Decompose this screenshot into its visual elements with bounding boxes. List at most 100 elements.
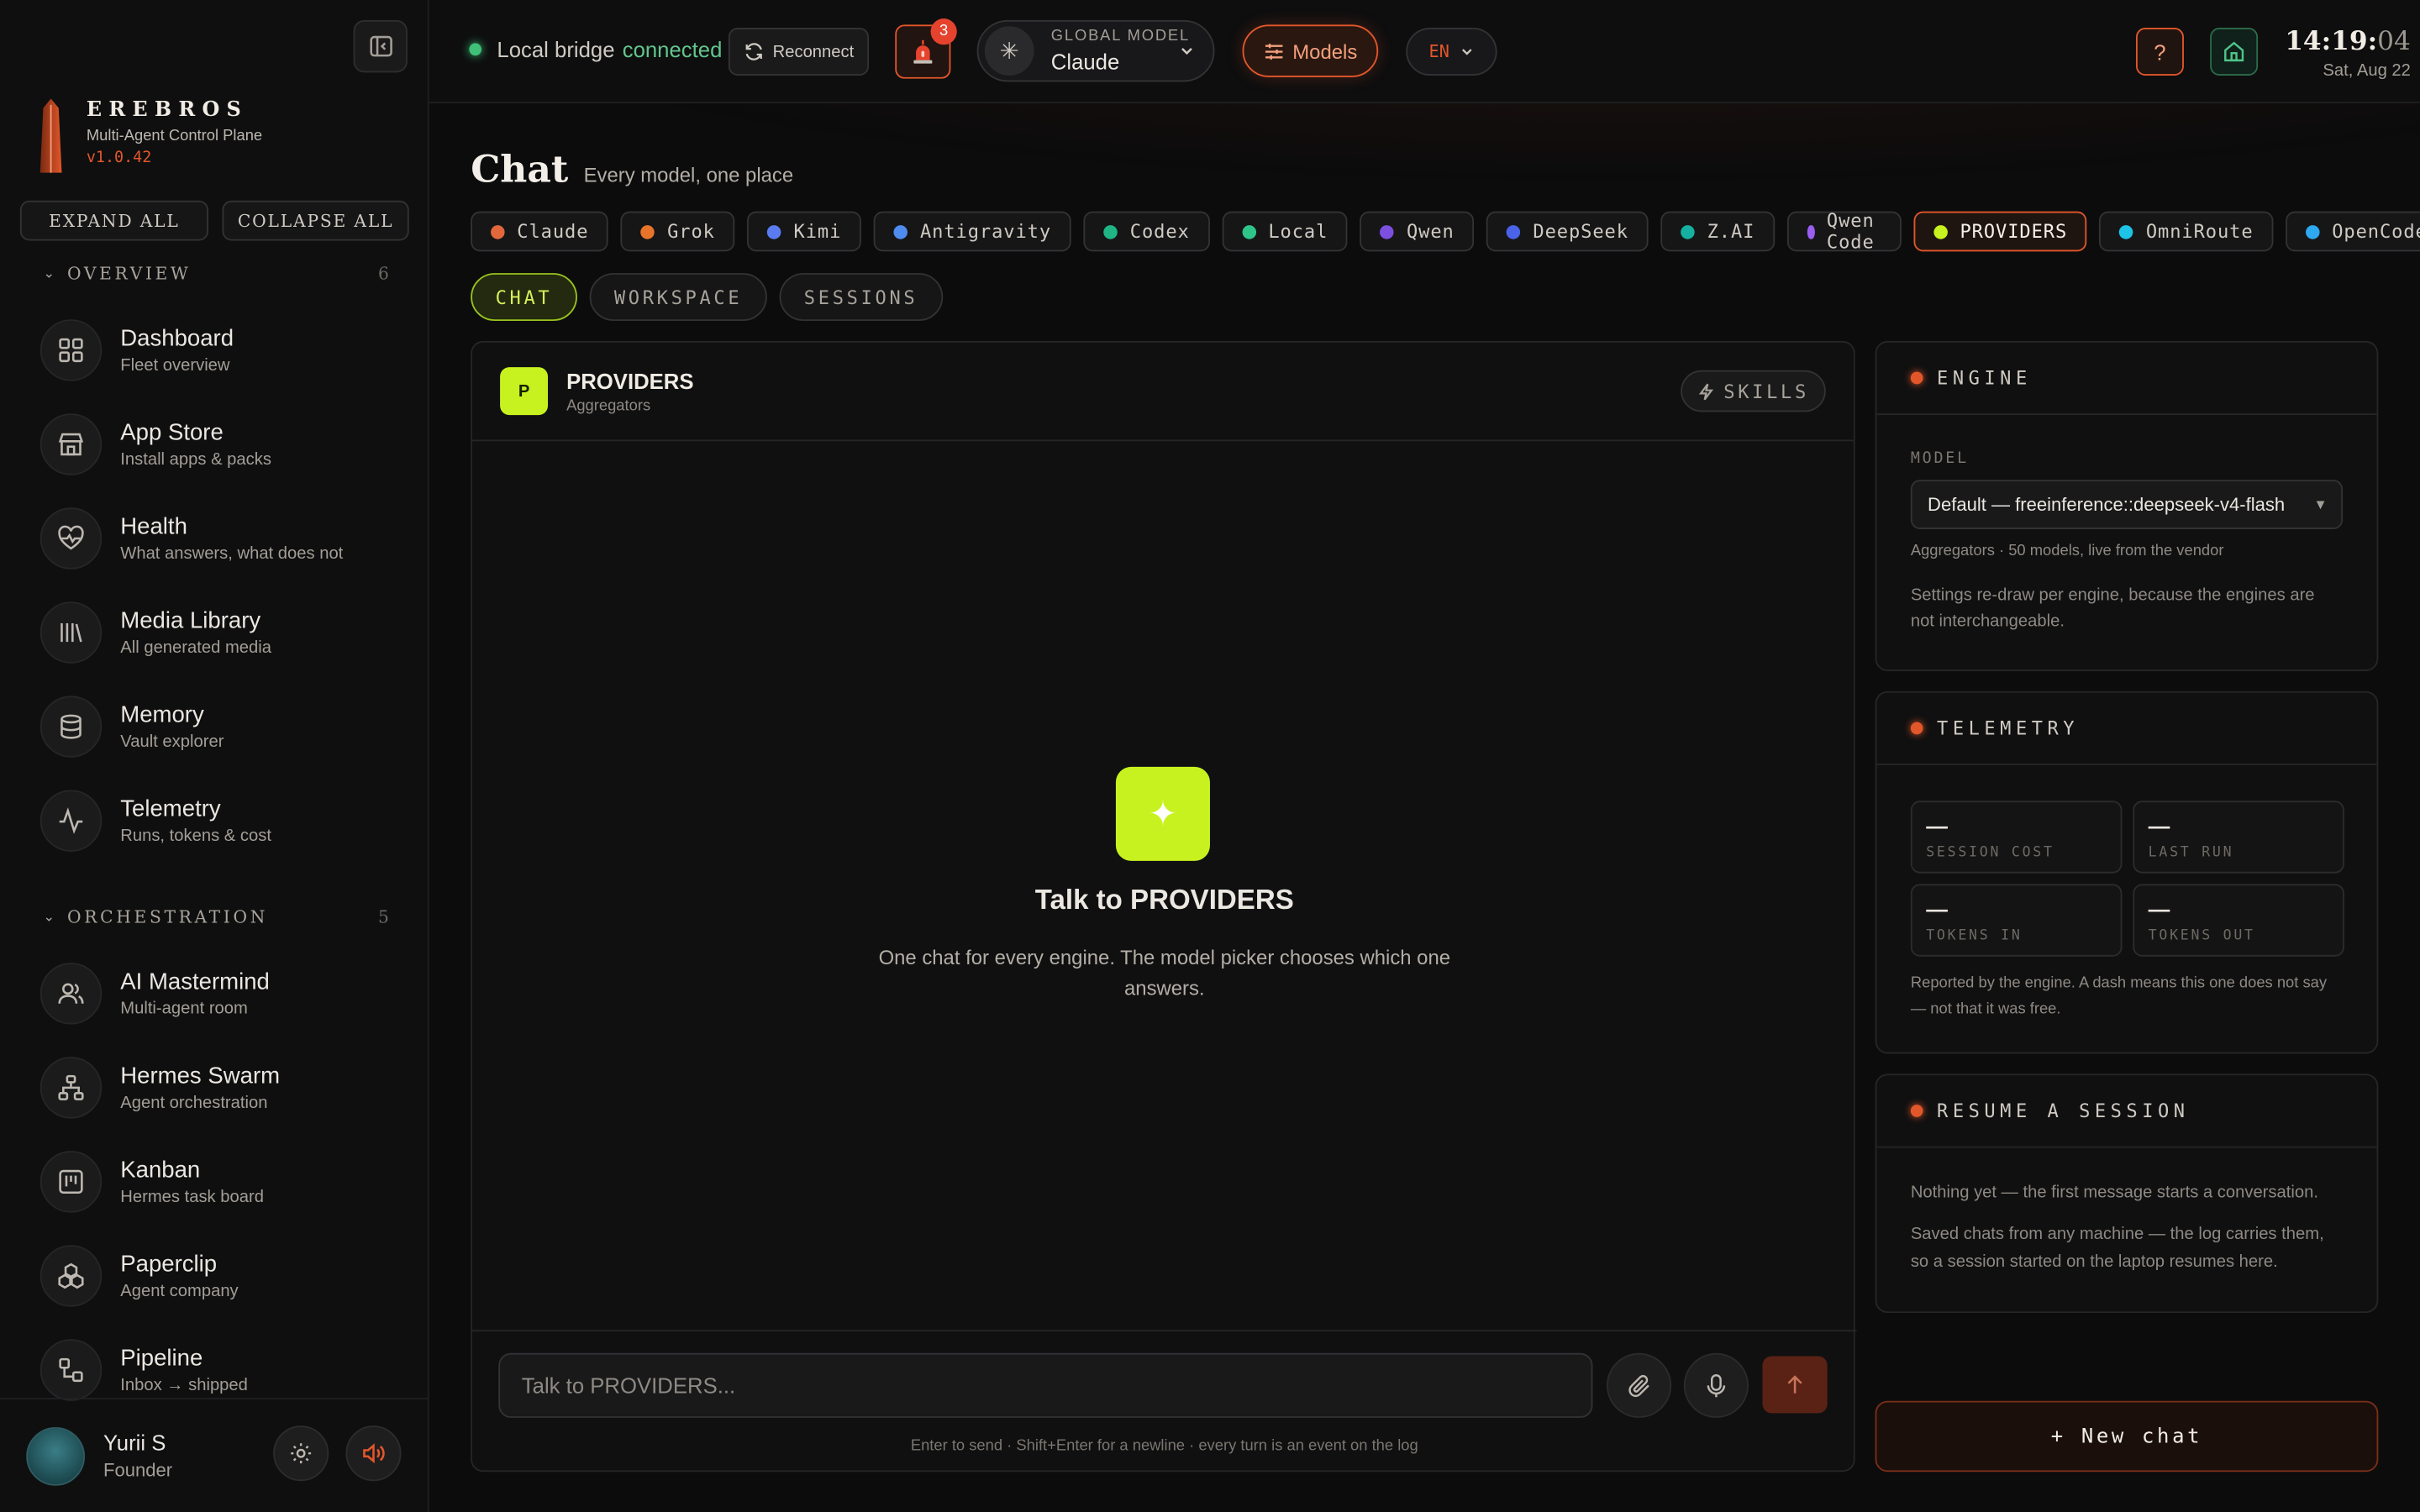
page-header: Chat Every model, one place (471, 146, 793, 191)
sound-button[interactable] (345, 1425, 402, 1482)
empty-title: Talk to PROVIDERS (1034, 884, 1294, 916)
arrow-up-icon (1787, 1375, 1802, 1394)
reconnect-button[interactable]: Reconnect (728, 28, 870, 76)
siren-icon (913, 39, 933, 63)
nav-subtitle: Hermes task board (120, 1188, 264, 1207)
nav-title: Telemetry (120, 795, 221, 822)
home-button[interactable] (2210, 28, 2259, 76)
sidebar-toggle-button[interactable] (353, 19, 408, 73)
settings-button[interactable] (273, 1425, 329, 1482)
engine-tab-providers[interactable]: PROVIDERS (1913, 211, 2088, 252)
workflow-icon (39, 1339, 103, 1401)
chat-subtitle: Aggregators (566, 396, 651, 415)
engine-tab-opencode[interactable]: OpenCode (2286, 211, 2420, 252)
new-chat-button[interactable]: + New chat (1875, 1400, 2379, 1473)
models-button[interactable]: Models (1242, 24, 1379, 77)
refresh-icon (745, 43, 762, 60)
tokens-out-stat: — TOKENS OUT (2133, 884, 2344, 957)
sidebar-item-paperclip[interactable]: Paperclip Agent company (39, 1237, 411, 1315)
voice-button[interactable] (1683, 1352, 1749, 1418)
help-button[interactable]: ? (2135, 28, 2184, 76)
nav-subtitle: What answers, what does not (120, 544, 344, 564)
sidebar-item-media-library[interactable]: Media Library All generated media (39, 594, 411, 671)
engine-tab-omniroute[interactable]: OmniRoute (2099, 211, 2274, 252)
sidebar-item-app-store[interactable]: App Store Install apps & packs (39, 406, 411, 483)
sidebar-item-telemetry[interactable]: Telemetry Runs, tokens & cost (39, 782, 411, 859)
stat-value: — (1926, 896, 1948, 921)
nav-title: Health (120, 513, 187, 540)
clock-date: Sat, Aug 22 (2323, 61, 2411, 81)
send-button[interactable] (1762, 1356, 1828, 1414)
engine-model-select[interactable]: Default — freeinference::deepseek-v4-fla… (1910, 480, 2344, 529)
engine-tab-deepseek[interactable]: DeepSeek (1486, 211, 1649, 252)
engine-tab-codex[interactable]: Codex (1083, 211, 1210, 252)
resume-line-2: Saved chats from any machine — the log c… (1910, 1225, 2324, 1272)
user-role: Founder (103, 1459, 173, 1482)
engine-color-dot (767, 224, 781, 239)
tab-workspace[interactable]: WORKSPACE (589, 273, 767, 322)
status-dot (469, 43, 482, 56)
clock-seconds: 04 (2377, 26, 2411, 57)
clock: 14:19:04 Sat, Aug 22 (2284, 26, 2411, 80)
collapse-all-button[interactable]: COLLAPSE ALL (222, 200, 409, 241)
sidebar-item-dashboard[interactable]: Dashboard Fleet overview (39, 312, 411, 389)
bridge-status: Local bridge connected (469, 37, 722, 61)
sidebar-item-kanban[interactable]: Kanban Hermes task board (39, 1143, 411, 1221)
composer-hint: Enter to send · Shift+Enter for a newlin… (910, 1437, 1418, 1456)
expand-all-button[interactable]: EXPAND ALL (19, 200, 208, 241)
engine-tab-qwen-code[interactable]: Qwen Code (1786, 210, 1902, 253)
skills-button[interactable]: SKILLS (1681, 370, 1826, 412)
panel-title: RESUME A SESSION (1937, 1100, 2190, 1122)
attach-button[interactable] (1607, 1352, 1672, 1418)
group-overview-header[interactable]: ⌄ OVERVIEW 6 (43, 264, 388, 284)
provider-logo: P (500, 367, 549, 416)
engine-tab-grok[interactable]: Grok (621, 211, 735, 252)
engine-color-dot (1933, 224, 1948, 239)
chat-panel: P PROVIDERS Aggregators SKILLS ✦ Talk to… (471, 340, 1857, 1473)
home-icon (2224, 41, 2244, 62)
message-input[interactable]: Talk to PROVIDERS... (498, 1352, 1593, 1418)
resume-line-1: Nothing yet — the first message starts a… (1910, 1183, 2318, 1202)
status-dot (1910, 722, 1923, 735)
group-orchestration-header[interactable]: ⌄ ORCHESTRATION 5 (43, 907, 388, 927)
tab-chat[interactable]: CHAT (471, 273, 577, 322)
store-icon (39, 413, 103, 475)
alerts-button[interactable]: 3 (895, 18, 957, 79)
nav-title: Paperclip (120, 1251, 218, 1278)
nav-title: Media Library (120, 607, 261, 634)
sidebar-item-ai-mastermind[interactable]: AI Mastermind Multi-agent room (39, 955, 411, 1032)
group-label: ORCHESTRATION (66, 906, 269, 927)
sidebar-item-memory[interactable]: Memory Vault explorer (39, 688, 411, 765)
sidebar-item-hermes-swarm[interactable]: Hermes Swarm Agent orchestration (39, 1049, 411, 1126)
tab-sessions[interactable]: SESSIONS (779, 273, 943, 322)
status-dot (1910, 1105, 1923, 1117)
sidebar-item-health[interactable]: Health What answers, what does not (39, 500, 411, 577)
page-title: Chat (471, 146, 569, 192)
engine-tab-label: OpenCode (2332, 220, 2420, 243)
chevron-down-icon: ⌄ (43, 265, 58, 282)
engine-tab-kimi[interactable]: Kimi (747, 211, 862, 252)
chevron-down-icon: ⌄ (43, 909, 58, 926)
engine-note: Settings re-draw per engine, because the… (1910, 585, 2315, 632)
stat-value: — (2148, 896, 2170, 921)
paperclip-icon (1628, 1373, 1649, 1397)
sparkle-icon: ✦ (1115, 766, 1210, 861)
engine-tab-z-ai[interactable]: Z.AI (1660, 211, 1776, 252)
reconnect-label: Reconnect (772, 42, 855, 61)
engine-tab-antigravity[interactable]: Antigravity (873, 211, 1071, 252)
engine-color-dot (2119, 224, 2134, 239)
nav-subtitle: Vault explorer (120, 732, 224, 752)
database-icon (39, 696, 103, 758)
engine-tab-claude[interactable]: Claude (471, 211, 609, 252)
nav-title: Hermes Swarm (120, 1063, 281, 1089)
global-model-picker[interactable]: ✳ GLOBAL MODEL Claude (976, 19, 1215, 82)
stat-value: — (1926, 812, 1948, 838)
language-select[interactable]: EN (1406, 28, 1497, 76)
nav-title: Memory (120, 701, 204, 728)
chat-subtabs: CHAT WORKSPACE SESSIONS (471, 273, 943, 322)
engine-tab-qwen[interactable]: Qwen (1360, 211, 1475, 252)
engine-color-dot (640, 224, 655, 239)
engine-tab-local[interactable]: Local (1222, 211, 1349, 252)
engine-meta: Aggregators · 50 models, live from the v… (1910, 543, 2224, 560)
engine-color-dot (893, 224, 908, 239)
